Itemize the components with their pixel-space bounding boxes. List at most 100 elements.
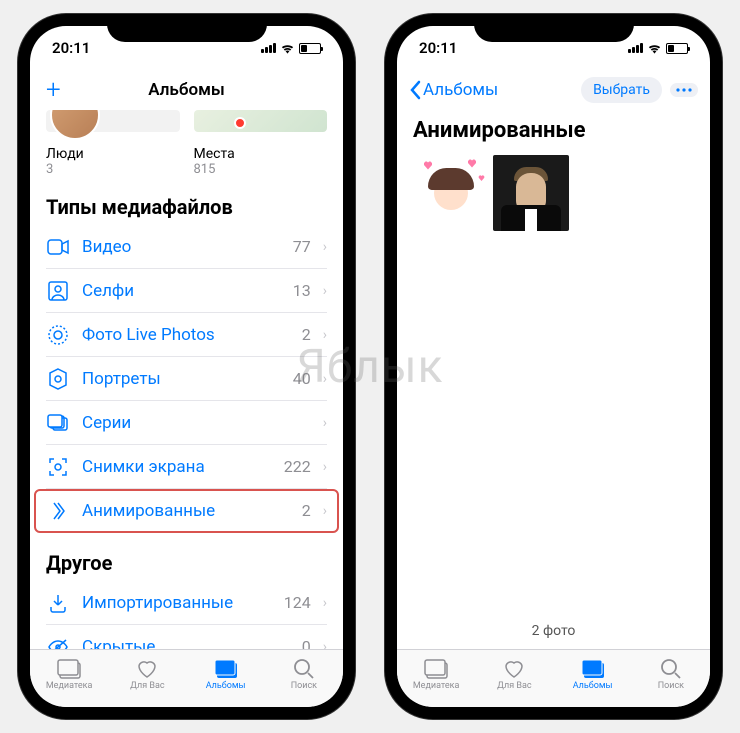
nav-bar: Альбомы Выбрать xyxy=(397,70,710,110)
wifi-icon xyxy=(280,42,295,54)
photo-thumbnail-1[interactable] xyxy=(413,155,489,231)
chevron-right-icon: › xyxy=(323,459,327,475)
row-label: Снимки экрана xyxy=(82,457,272,477)
row-videos[interactable]: Видео 77 › xyxy=(46,225,327,269)
tab-label: Для Вас xyxy=(130,681,164,691)
tab-search[interactable]: Поиск xyxy=(265,650,343,699)
row-count: 40 xyxy=(293,369,311,388)
nav-bar: + Альбомы xyxy=(30,70,343,110)
row-label: Анимированные xyxy=(82,501,290,521)
row-bursts[interactable]: Серии › xyxy=(46,401,327,445)
tab-albums[interactable]: Альбомы xyxy=(554,650,632,699)
tab-label: Медиатека xyxy=(413,681,460,691)
burst-icon xyxy=(46,411,70,435)
row-count: 13 xyxy=(293,281,311,300)
back-label: Альбомы xyxy=(423,80,498,100)
row-label: Селфи xyxy=(82,281,281,301)
search-icon xyxy=(658,658,684,680)
tab-label: Поиск xyxy=(291,681,317,691)
row-label: Видео xyxy=(82,237,281,257)
battery-icon xyxy=(299,43,321,54)
import-icon xyxy=(46,591,70,615)
tab-bar: Медиатека Для Вас Альбомы Поиск xyxy=(30,649,343,707)
row-animated[interactable]: Анимированные 2 › xyxy=(46,489,327,533)
more-button[interactable] xyxy=(670,83,698,97)
row-label: Скрытые xyxy=(82,637,290,650)
album-label: Места xyxy=(194,146,328,162)
chevron-right-icon: › xyxy=(323,503,327,519)
row-label: Фото Live Photos xyxy=(82,325,290,345)
album-people[interactable]: Люди 3 xyxy=(46,110,180,177)
status-time: 20:11 xyxy=(52,39,90,57)
tab-label: Для Вас xyxy=(497,681,531,691)
signal-icon xyxy=(261,43,276,53)
tab-library[interactable]: Медиатека xyxy=(397,650,475,699)
tab-for-you[interactable]: Для Вас xyxy=(475,650,553,699)
section-other: Другое xyxy=(46,551,327,575)
chevron-right-icon: › xyxy=(323,283,327,299)
row-label: Портреты xyxy=(82,369,281,389)
album-count: 3 xyxy=(46,162,180,177)
wifi-icon xyxy=(647,42,662,54)
selfie-icon xyxy=(46,279,70,303)
people-avatar xyxy=(50,110,100,140)
photo-count-footer: 2 фото xyxy=(397,613,710,649)
ellipsis-icon xyxy=(676,88,692,92)
video-icon xyxy=(46,235,70,259)
phone-right: 20:11 Альбомы Выбрать xyxy=(385,14,722,719)
row-count: 0 xyxy=(302,637,311,649)
row-selfies[interactable]: Селфи 13 › xyxy=(46,269,327,313)
for-you-icon xyxy=(134,658,160,680)
notch xyxy=(107,14,267,42)
album-places[interactable]: Места 815 xyxy=(194,110,328,177)
albums-icon xyxy=(580,658,606,680)
album-count: 815 xyxy=(194,162,328,177)
for-you-icon xyxy=(501,658,527,680)
row-count: 2 xyxy=(302,325,311,344)
chevron-right-icon: › xyxy=(323,595,327,611)
tab-for-you[interactable]: Для Вас xyxy=(108,650,186,699)
row-count: 222 xyxy=(284,457,311,476)
chevron-left-icon xyxy=(409,80,421,100)
chevron-right-icon: › xyxy=(323,639,327,650)
screenshot-icon xyxy=(46,455,70,479)
nav-title: Альбомы xyxy=(148,80,225,100)
album-title: Анимированные xyxy=(413,118,694,143)
search-icon xyxy=(291,658,317,680)
tab-label: Медиатека xyxy=(46,681,93,691)
tab-albums[interactable]: Альбомы xyxy=(187,650,265,699)
signal-icon xyxy=(628,43,643,53)
row-count: 77 xyxy=(293,237,311,256)
portrait-icon xyxy=(46,367,70,391)
photo-thumbnail-2[interactable] xyxy=(493,155,569,231)
row-count: 2 xyxy=(302,501,311,520)
row-imports[interactable]: Импортированные 124 › xyxy=(46,581,327,625)
album-label: Люди xyxy=(46,146,180,162)
tab-search[interactable]: Поиск xyxy=(632,650,710,699)
back-button[interactable]: Альбомы xyxy=(409,80,498,100)
tab-library[interactable]: Медиатека xyxy=(30,650,108,699)
row-count: 124 xyxy=(284,593,311,612)
tab-label: Поиск xyxy=(658,681,684,691)
hidden-icon xyxy=(46,635,70,650)
row-hidden[interactable]: Скрытые 0 › xyxy=(46,625,327,649)
chevron-right-icon: › xyxy=(323,371,327,387)
row-screenshots[interactable]: Снимки экрана 222 › xyxy=(46,445,327,489)
add-button[interactable]: + xyxy=(46,77,61,103)
battery-icon xyxy=(666,43,688,54)
select-button[interactable]: Выбрать xyxy=(581,77,662,103)
row-label: Серии xyxy=(82,413,299,433)
row-live-photos[interactable]: Фото Live Photos 2 › xyxy=(46,313,327,357)
map-thumbnail xyxy=(194,110,328,132)
phone-left: 20:11 + Альбомы Люди xyxy=(18,14,355,719)
tab-bar: Медиатека Для Вас Альбомы Поиск xyxy=(397,649,710,707)
library-icon xyxy=(423,658,449,680)
status-time: 20:11 xyxy=(419,39,457,57)
animated-icon xyxy=(46,499,70,523)
row-portraits[interactable]: Портреты 40 › xyxy=(46,357,327,401)
chevron-right-icon: › xyxy=(323,327,327,343)
tab-label: Альбомы xyxy=(573,681,613,691)
section-media-types: Типы медиафайлов xyxy=(46,195,327,219)
library-icon xyxy=(56,658,82,680)
chevron-right-icon: › xyxy=(323,239,327,255)
